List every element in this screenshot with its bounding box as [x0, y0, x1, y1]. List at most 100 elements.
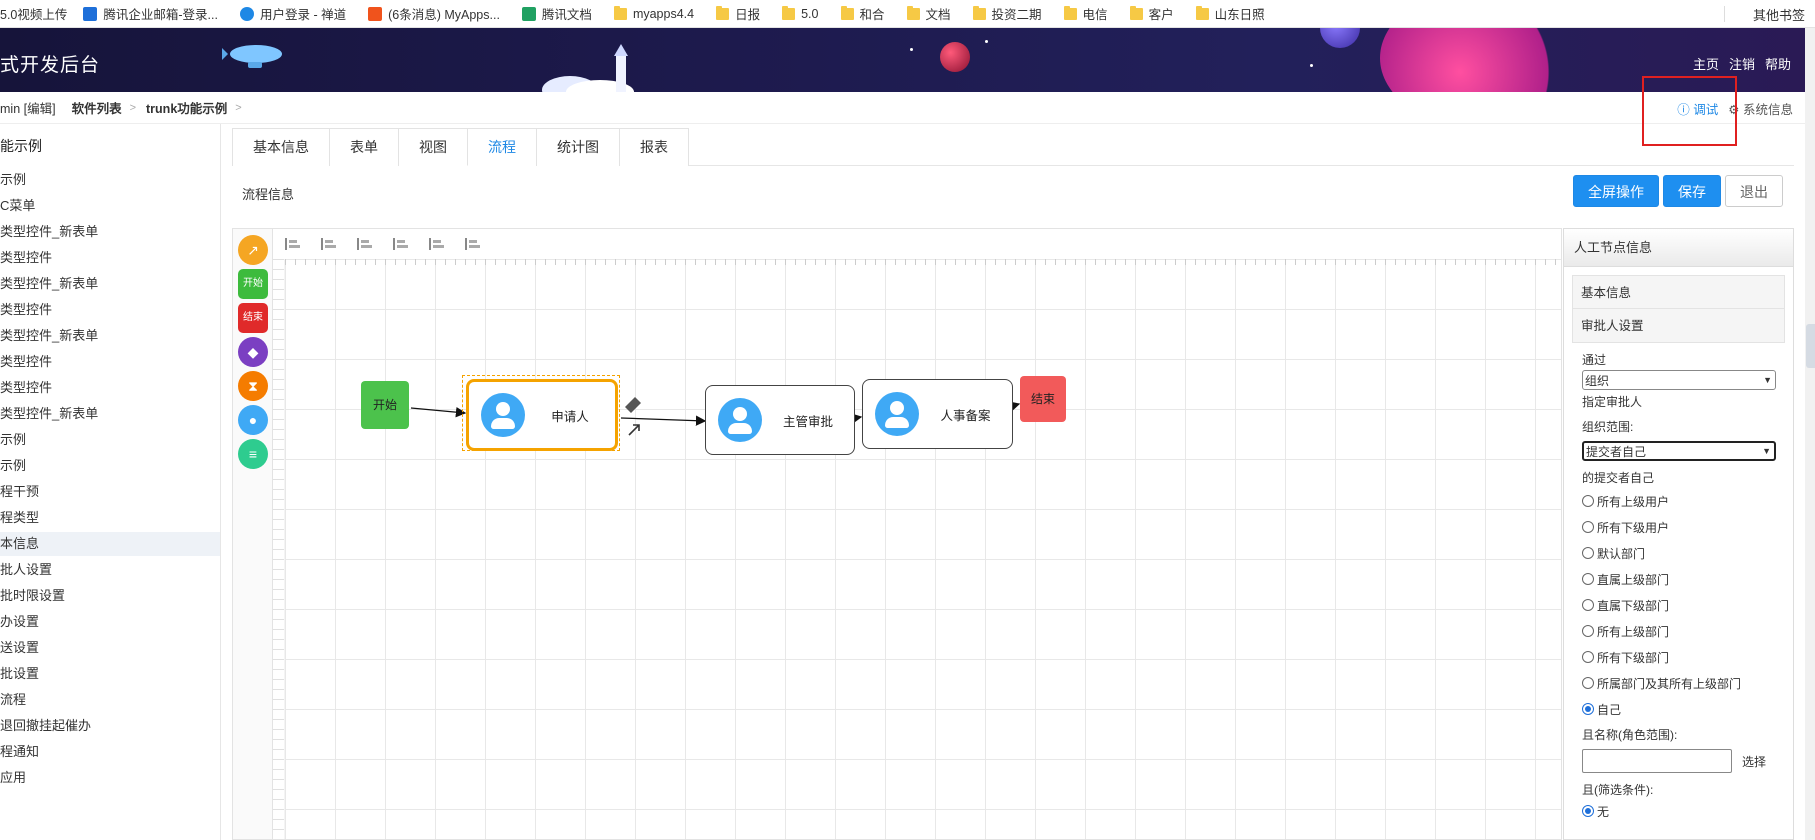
- bookmark-item[interactable]: 文档: [906, 4, 951, 23]
- sidebar-item[interactable]: 程干预: [0, 480, 220, 504]
- tab-item[interactable]: 流程: [467, 128, 537, 166]
- radio-unchecked[interactable]: [1582, 495, 1594, 507]
- bookmark-label: 山东日照: [1214, 8, 1265, 22]
- flow-canvas[interactable]: ↗ 开始 结束 ◆ ⧗ ● ≡ 开始 申请人 主管审批 人事备案 结束: [232, 228, 1562, 840]
- scope-option[interactable]: 直属上级部门: [1582, 566, 1785, 592]
- sidebar-item[interactable]: 批设置: [0, 662, 220, 686]
- bookmark-item[interactable]: 腾讯企业邮箱-登录...: [83, 4, 218, 23]
- start-node[interactable]: 开始: [361, 381, 409, 429]
- tab-item[interactable]: 报表: [619, 128, 689, 166]
- logout-link[interactable]: 注销: [1729, 54, 1755, 73]
- radio-unchecked[interactable]: [1582, 625, 1594, 637]
- folder-icon: [840, 5, 854, 20]
- bookmark-item[interactable]: 客户: [1129, 4, 1174, 23]
- bookmark-item[interactable]: 用户登录 - 禅道: [239, 4, 346, 23]
- csdn-icon: [368, 6, 383, 21]
- radio-unchecked[interactable]: [1582, 547, 1594, 559]
- breadcrumb-software-list[interactable]: 软件列表: [72, 98, 122, 117]
- hr-node[interactable]: 人事备案: [862, 379, 1013, 449]
- bookmark-label: 5.0: [801, 6, 819, 21]
- radio-unchecked[interactable]: [1582, 599, 1594, 611]
- bookmark-item[interactable]: myapps4.4: [613, 5, 695, 21]
- bookmark-label: 腾讯企业邮箱-登录...: [103, 8, 218, 22]
- sidebar-item[interactable]: 示例: [0, 168, 220, 192]
- bookmark-item[interactable]: 腾讯文档: [521, 4, 592, 23]
- sidebar-item[interactable]: 本信息: [0, 532, 220, 556]
- radio-checked[interactable]: [1582, 703, 1594, 715]
- radio-unchecked[interactable]: [1582, 573, 1594, 585]
- fullscreen-button[interactable]: 全屏操作: [1573, 175, 1659, 207]
- radio-unchecked[interactable]: [1582, 677, 1594, 689]
- scope-option[interactable]: 所有上级用户: [1582, 488, 1785, 514]
- applicant-node[interactable]: 申请人: [466, 379, 618, 451]
- page-scrollbar[interactable]: [1805, 28, 1815, 840]
- sidebar-item[interactable]: 退回撤挂起催办: [0, 714, 220, 738]
- sidebar-item[interactable]: 类型控件: [0, 246, 220, 270]
- scope-option[interactable]: 默认部门: [1582, 540, 1785, 566]
- choose-button[interactable]: 选择: [1742, 753, 1766, 770]
- bookmark-item[interactable]: 5.0: [782, 5, 819, 21]
- breadcrumb-current[interactable]: trunk功能示例: [146, 98, 227, 117]
- app-banner: 式开发后台 主页 注销 帮助: [0, 28, 1815, 92]
- user-edit-link[interactable]: min [编辑]: [0, 98, 56, 117]
- end-node[interactable]: 结束: [1020, 376, 1066, 422]
- scope-option[interactable]: 所有下级部门: [1582, 644, 1785, 670]
- sidebar-item[interactable]: 类型控件: [0, 350, 220, 374]
- folder-icon: [1195, 5, 1209, 20]
- manager-node[interactable]: 主管审批: [705, 385, 855, 455]
- sidebar-item[interactable]: 类型控件: [0, 376, 220, 400]
- other-bookmarks[interactable]: 其他书签: [1747, 0, 1805, 28]
- tab-item[interactable]: 视图: [398, 128, 468, 166]
- sidebar-item[interactable]: 类型控件: [0, 298, 220, 322]
- scope-option[interactable]: 所有上级部门: [1582, 618, 1785, 644]
- scope-option[interactable]: 直属下级部门: [1582, 592, 1785, 618]
- sidebar-item[interactable]: C菜单: [0, 194, 220, 218]
- tab-item[interactable]: 统计图: [536, 128, 620, 166]
- sidebar-item[interactable]: 批人设置: [0, 558, 220, 582]
- bookmark-label: myapps4.4: [632, 6, 695, 21]
- scope-option[interactable]: 所属部门及其所有上级部门: [1582, 670, 1785, 696]
- panel-collapse-handle[interactable]: [1806, 324, 1815, 368]
- sidebar-item[interactable]: 程类型: [0, 506, 220, 530]
- sidebar-item[interactable]: 类型控件_新表单: [0, 402, 220, 426]
- filter-option[interactable]: 无: [1582, 800, 1785, 822]
- radio-unchecked[interactable]: [1582, 651, 1594, 663]
- bookmark-item[interactable]: 山东日照: [1195, 4, 1265, 23]
- sidebar-item[interactable]: 送设置: [0, 636, 220, 660]
- bookmark-item[interactable]: 电信: [1063, 4, 1108, 23]
- bookmark-item[interactable]: 和合: [840, 4, 885, 23]
- sysinfo-link[interactable]: ⚙ 系统信息: [1728, 99, 1793, 118]
- approver-form: 通过 组织 ▼ 指定审批人 组织范围: 提交者自己 ▼ 的提交者自己 所有上级用…: [1564, 343, 1793, 822]
- bookmark-item[interactable]: (6条消息) MyApps...: [368, 4, 500, 23]
- radio-checked[interactable]: [1582, 805, 1594, 817]
- tab-item[interactable]: 表单: [329, 128, 399, 166]
- exit-button[interactable]: 退出: [1725, 175, 1783, 207]
- sidebar-item[interactable]: 示例: [0, 428, 220, 452]
- pass-select[interactable]: 组织 ▼: [1582, 370, 1776, 390]
- radio-unchecked[interactable]: [1582, 521, 1594, 533]
- bookmark-item[interactable]: 投资二期: [972, 4, 1042, 23]
- help-link[interactable]: 帮助: [1765, 54, 1791, 73]
- scope-option[interactable]: 所有下级用户: [1582, 514, 1785, 540]
- save-button[interactable]: 保存: [1663, 175, 1721, 207]
- planet-icon: [1380, 28, 1580, 92]
- sidebar-item[interactable]: 批时限设置: [0, 584, 220, 608]
- bookmark-item[interactable]: 日报: [716, 4, 760, 23]
- bookmark-item[interactable]: 5.0视频上传: [0, 4, 67, 23]
- home-link[interactable]: 主页: [1693, 54, 1719, 73]
- role-input[interactable]: [1582, 749, 1732, 773]
- sidebar-item[interactable]: 类型控件_新表单: [0, 220, 220, 244]
- tab-item[interactable]: 基本信息: [232, 128, 330, 166]
- sidebar-item[interactable]: 类型控件_新表单: [0, 324, 220, 348]
- sidebar-item[interactable]: 应用: [0, 766, 220, 790]
- sidebar-item[interactable]: 示例: [0, 454, 220, 478]
- section-approver-settings[interactable]: 审批人设置: [1572, 309, 1785, 343]
- sidebar-item[interactable]: 程通知: [0, 740, 220, 764]
- scope-select[interactable]: 提交者自己 ▼: [1582, 441, 1776, 461]
- sidebar-item[interactable]: 流程: [0, 688, 220, 712]
- doc-icon: [521, 6, 536, 21]
- sidebar-item[interactable]: 类型控件_新表单: [0, 272, 220, 296]
- sidebar-item[interactable]: 办设置: [0, 610, 220, 634]
- scope-option[interactable]: 自己: [1582, 696, 1785, 722]
- section-basic-info[interactable]: 基本信息: [1572, 275, 1785, 309]
